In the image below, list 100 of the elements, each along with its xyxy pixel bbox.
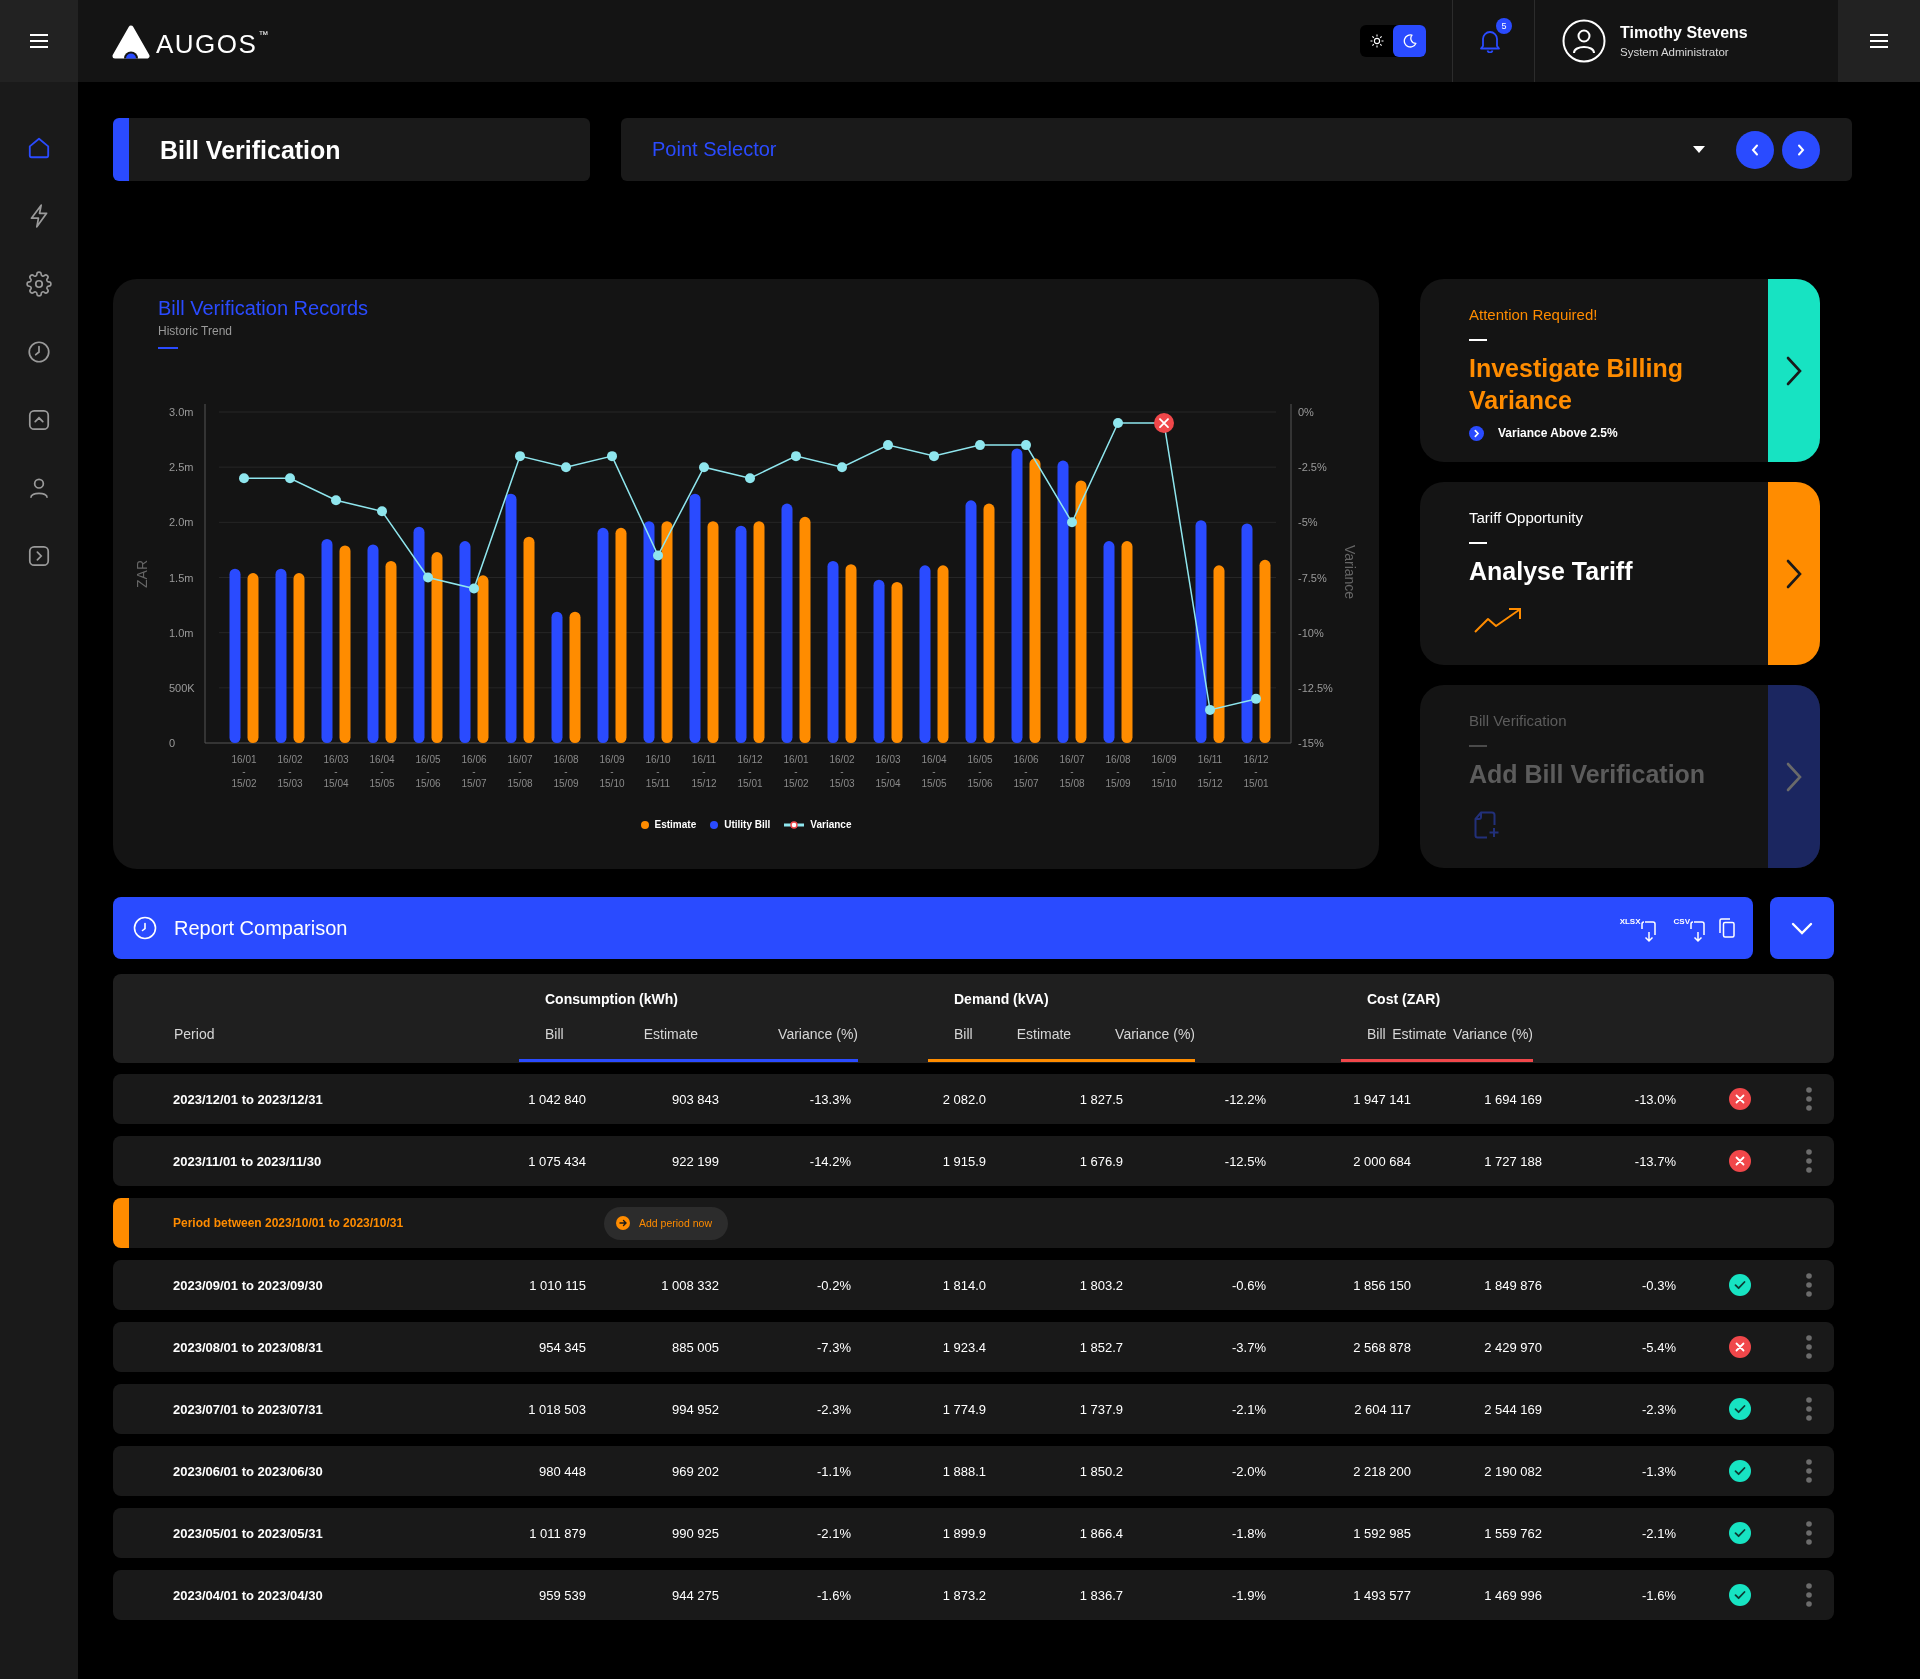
table-cell: -1.1% [817,1463,851,1479]
table-cell: 1 850.2 [1079,1463,1123,1479]
next-button[interactable] [1782,130,1820,169]
tick-label: 16/12 - 15/01 [737,754,763,789]
table-cell: -0.6% [1232,1277,1266,1293]
card-open-button[interactable] [1768,482,1820,665]
report-title: Report Comparison [174,916,348,940]
tick-label: 16/03 - 15/04 [875,754,901,789]
card-open-button[interactable] [1768,279,1820,462]
table-cell: 1 592 985 [1353,1525,1411,1541]
column-header: Variance (%) [1453,1025,1533,1043]
clock-icon [133,916,157,940]
tick-label: 16/10 - 15/11 [645,754,671,789]
data-point [653,550,663,561]
period-cell: 2023/09/01 to 2023/09/30 [173,1277,323,1293]
chevron-left-icon [1751,143,1759,156]
table-cell: 1 676.9 [1079,1153,1123,1169]
table-cell: 2 190 082 [1484,1463,1542,1479]
logo-icon [112,25,150,59]
table-cell: 944 275 [672,1587,719,1603]
more-options-button[interactable] [1806,1149,1812,1173]
copy-icon [1719,918,1735,938]
tick-label: 0 [169,737,176,749]
table-cell: 1 010 115 [529,1277,586,1293]
column-header: Estimate [643,1025,699,1043]
period-cell: 2023/07/01 to 2023/07/31 [173,1401,323,1417]
tick-label: 2.0m [169,516,194,529]
column-group-header: Cost (ZAR) [1367,990,1441,1008]
table-cell: 1 849 876 [1484,1277,1542,1293]
export-button[interactable]: CSV [1673,913,1705,943]
more-icon [1806,1335,1812,1359]
table-cell: -2.0% [1232,1463,1266,1479]
chevron-right-icon [1786,355,1802,386]
axis-title: ZAR [134,560,150,588]
period-cell: 2023/04/01 to 2023/04/30 [173,1587,323,1603]
period-cell: 2023/06/01 to 2023/06/30 [173,1463,323,1479]
chevron-circle-icon [1469,425,1484,441]
tick-label: 16/01 - 15/02 [783,754,809,789]
table-cell: -1.6% [817,1587,851,1603]
data-point [699,462,709,473]
more-options-button[interactable] [1806,1459,1812,1483]
table-cell: 1 042 840 [528,1091,586,1107]
table-cell: 2 000 684 [1353,1153,1411,1169]
tick-label: 16/08 - 15/09 [553,754,579,789]
data-point [1205,704,1215,715]
data-point [791,451,801,462]
tick-label: 16/04 - 15/05 [369,754,395,789]
column-group-header: Consumption (kWh) [545,990,678,1008]
export-button[interactable]: XLSX [1619,913,1656,943]
data-point [469,583,479,594]
period-cell: 2023/11/01 to 2023/11/30 [173,1153,322,1169]
add-period-button[interactable]: Add period now [604,1206,728,1240]
more-options-button[interactable] [1806,1087,1812,1111]
table-cell: -3.7% [1232,1339,1266,1355]
menu-icon [30,34,48,48]
table-cell: 2 544 169 [1484,1401,1542,1417]
more-options-button[interactable] [1806,1521,1812,1545]
table-cell: -2.1% [817,1525,851,1541]
table-cell: -13.0% [1634,1091,1676,1107]
tick-label: 16/08 - 15/09 [1105,754,1131,789]
table-cell: -0.2% [817,1277,851,1293]
more-options-button[interactable] [1806,1273,1812,1297]
notifications-button[interactable] [1478,29,1501,53]
period-cell: 2023/08/01 to 2023/08/31 [173,1339,323,1355]
table-cell: 1 774.9 [942,1401,986,1417]
card-title: Investigate Billing Variance [1469,353,1684,416]
tick-label: 16/09 - 15/10 [599,754,625,789]
chart-title: Bill Verification Records [158,297,370,319]
more-icon [1806,1583,1812,1607]
tick-label: 16/07 - 15/08 [1059,754,1085,789]
tick-label: 1.5m [169,571,194,584]
tick-label: 16/06 - 15/07 [461,754,487,789]
previous-button[interactable] [1736,130,1774,169]
tick-label: -2.5% [1298,461,1327,474]
more-options-button[interactable] [1806,1583,1812,1607]
data-point [331,495,341,506]
table-cell: 1 827.5 [1079,1091,1123,1107]
table-cell: 1 737.9 [1079,1401,1123,1417]
table-cell: 1 814.0 [942,1277,986,1293]
chart-subtitle: Historic Trend [158,324,234,338]
table-cell: 1 923.4 [942,1339,986,1355]
table-cell: 980 448 [539,1463,586,1479]
table-cell: -2.3% [1642,1401,1676,1417]
tick-label: 16/04 - 15/05 [921,754,947,789]
table-cell: 1 873.2 [942,1587,986,1603]
more-options-button[interactable] [1806,1397,1812,1421]
table-cell: -2.1% [1642,1525,1676,1541]
table-cell: 954 345 [539,1339,586,1355]
missing-period-text: Period between 2023/10/01 to 2023/10/31 [173,1216,405,1230]
legend-label: Estimate [654,818,697,832]
tick-label: 16/02 - 15/03 [277,754,303,789]
table-cell: 990 925 [672,1525,719,1541]
more-options-button[interactable] [1806,1335,1812,1359]
data-point [1067,517,1077,528]
data-point [837,462,847,473]
column-header: Variance (%) [1115,1025,1195,1043]
logo-text: AUGOS$^{™}$ [156,29,270,59]
table-cell: 1 947 141 [1353,1091,1411,1107]
column-header: Period [174,1025,215,1043]
dark-mode-button[interactable] [1393,25,1426,57]
